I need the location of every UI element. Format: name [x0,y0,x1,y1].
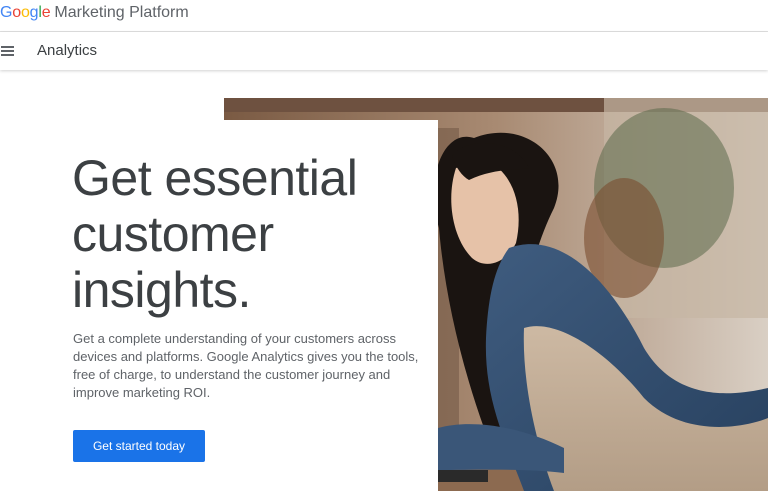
platform-name: Marketing Platform [54,4,189,21]
headline-line: customer [72,206,274,262]
headline-line: insights. [72,262,251,318]
description-line: devices and platforms. Google Analytics … [73,349,419,364]
description-line: free of charge, to understand the custom… [73,367,391,382]
product-nav-bar: Analytics [0,32,768,70]
google-wordmark: Google [0,4,51,21]
product-title[interactable]: Analytics [37,42,97,59]
headline-line: Get essential [72,150,358,206]
top-bar: Google Marketing Platform [0,0,768,32]
get-started-button[interactable]: Get started today [73,430,205,462]
google-marketing-platform-logo[interactable]: Google Marketing Platform [0,3,189,23]
description-line: Get a complete understanding of your cus… [73,331,396,346]
hero-description: Get a complete understanding of your cus… [73,330,419,402]
description-line: improve marketing ROI. [73,385,211,400]
hero-headline: Get essential customer insights. [72,150,412,318]
hamburger-menu-icon[interactable] [0,43,16,59]
